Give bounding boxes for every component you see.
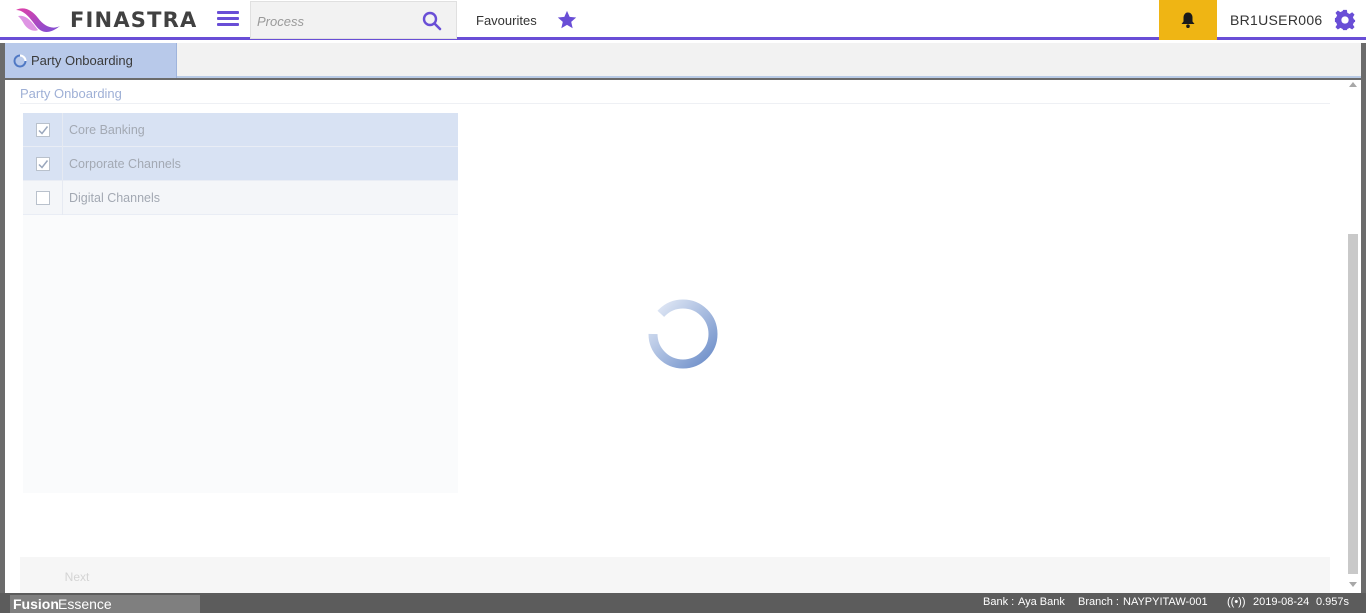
response-time: 0.957s: [1316, 596, 1350, 608]
checkbox-cell: [23, 112, 63, 147]
status-bar: Fusion Essence Bank : Aya Bank Branch : …: [0, 593, 1366, 613]
hamburger-menu-icon[interactable]: [217, 11, 239, 29]
section-divider: [20, 103, 1330, 104]
onboarding-options-list: Core Banking Corporate Channels Digital …: [23, 112, 458, 215]
checkbox-cell: [23, 146, 63, 181]
action-bar: Next: [20, 557, 1330, 593]
scroll-thumb[interactable]: [1348, 234, 1358, 574]
bank-value: Aya Bank: [1018, 596, 1065, 608]
list-item[interactable]: Core Banking: [23, 112, 458, 147]
loading-spinner-icon: [647, 299, 718, 369]
finastra-logo-mark-icon: [16, 8, 60, 32]
notifications-button[interactable]: [1159, 0, 1217, 40]
process-search-box: [250, 1, 457, 39]
bank-label: Bank :: [983, 596, 1015, 608]
star-icon[interactable]: [556, 9, 578, 31]
tab-label: Party Onboarding: [31, 53, 133, 68]
checkbox[interactable]: [35, 156, 50, 171]
section-title: Party Onboarding: [20, 86, 122, 101]
top-header: FINASTRA Favourites BR1USER006: [0, 0, 1366, 40]
brand-fusion: Fusion: [13, 596, 59, 612]
list-item[interactable]: Digital Channels: [23, 180, 458, 215]
checkbox-cell: [23, 180, 63, 215]
list-item-label: Corporate Channels: [69, 156, 181, 171]
list-empty-area: [23, 215, 458, 493]
scroll-up-arrow-icon[interactable]: [1349, 82, 1357, 87]
list-item-label: Core Banking: [69, 122, 145, 137]
list-item[interactable]: Corporate Channels: [23, 146, 458, 181]
favourites-link[interactable]: Favourites: [476, 13, 537, 28]
list-item-label: Digital Channels: [69, 190, 161, 205]
tab-bar: Party Onboarding: [5, 43, 1361, 78]
next-button[interactable]: Next: [37, 563, 117, 591]
current-user[interactable]: BR1USER006: [1230, 12, 1323, 28]
tab-party-onboarding[interactable]: Party Onboarding: [5, 43, 177, 78]
brand-essence: Essence: [58, 596, 112, 612]
bell-icon: [1181, 12, 1195, 28]
spinner-icon: [13, 54, 27, 67]
vertical-scrollbar[interactable]: [1346, 80, 1361, 593]
checkmark-icon: [37, 159, 48, 169]
fusion-essence-brand: Fusion Essence: [10, 595, 200, 613]
search-icon[interactable]: [422, 11, 442, 31]
gear-icon[interactable]: [1334, 9, 1356, 31]
finastra-logo[interactable]: FINASTRA: [14, 4, 197, 36]
status-date: 2019-08-24: [1253, 596, 1310, 608]
checkbox[interactable]: [35, 122, 50, 137]
logo-text: FINASTRA: [70, 8, 198, 32]
checkmark-icon: [37, 125, 48, 135]
checkbox[interactable]: [35, 190, 50, 205]
branch-label: Branch :: [1078, 596, 1119, 608]
scroll-down-arrow-icon[interactable]: [1349, 582, 1357, 587]
signal-icon: ((•)): [1227, 596, 1246, 608]
process-search-input[interactable]: [257, 10, 417, 32]
branch-value: NAYPYITAW-001: [1123, 596, 1208, 608]
